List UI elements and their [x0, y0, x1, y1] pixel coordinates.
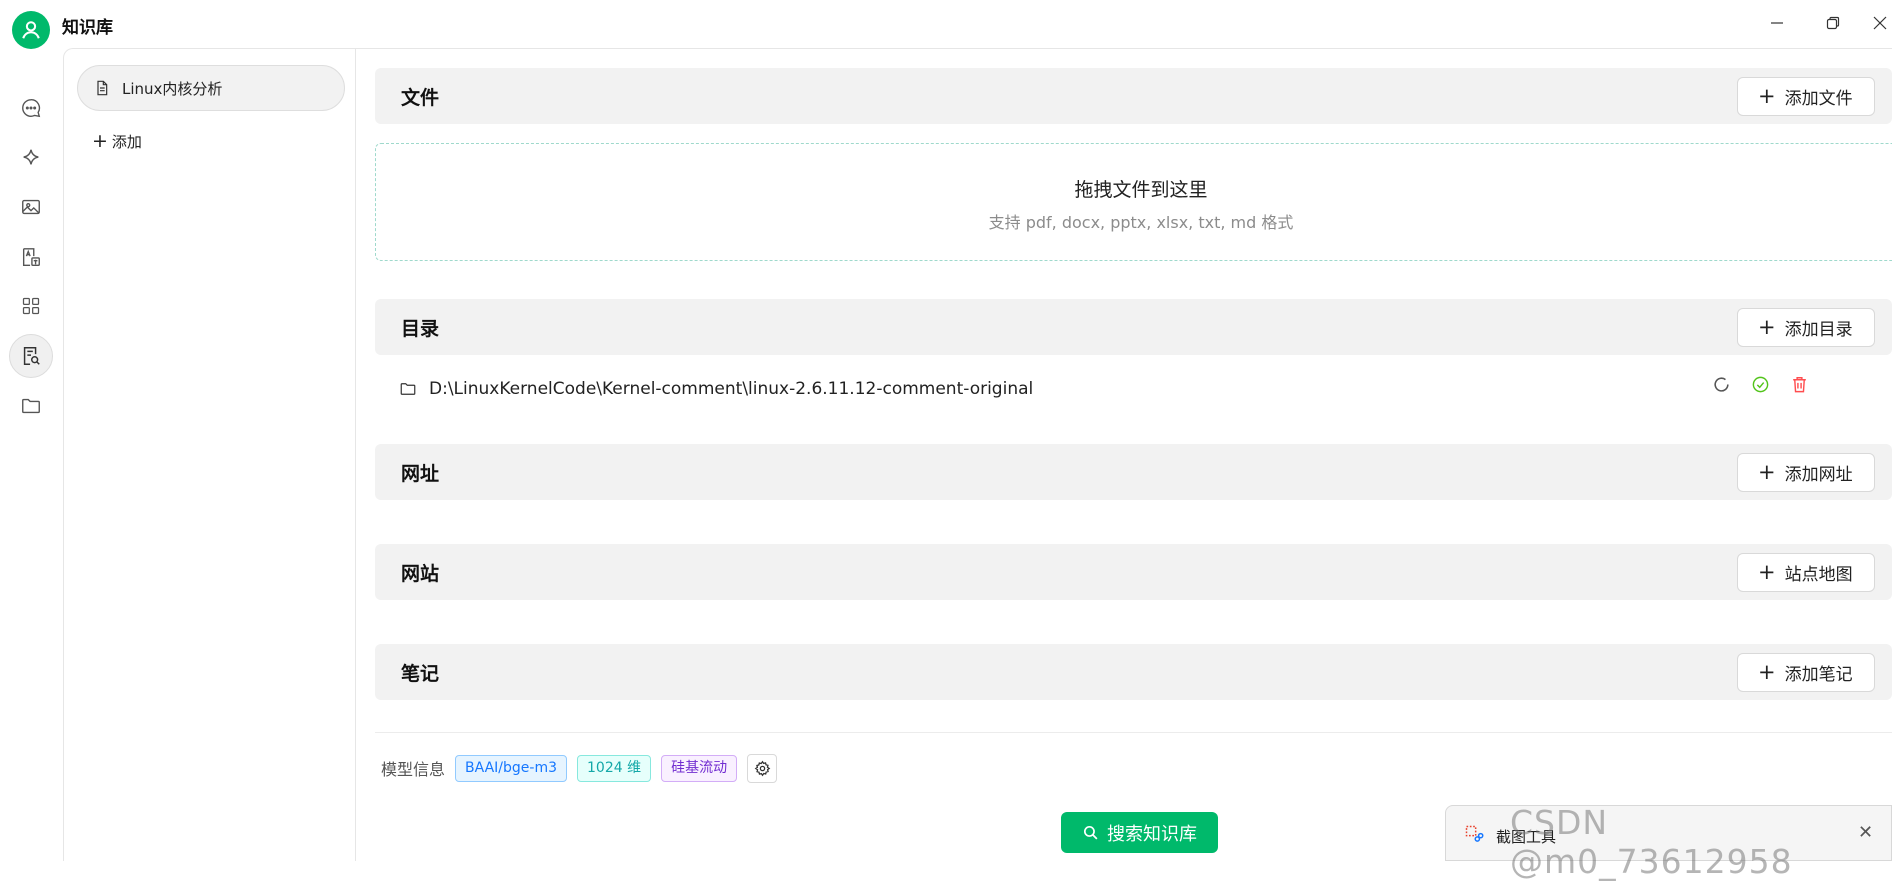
file-dropzone[interactable]: 拖拽文件到这里 支持 pdf, docx, pptx, xlsx, txt, m…: [375, 143, 1892, 261]
kb-item-linux[interactable]: Linux内核分析: [77, 65, 345, 111]
rail-item-files[interactable]: [9, 384, 53, 428]
watermark: CSDN @m0_73612958: [1510, 803, 1793, 881]
directory-path: D:\LinuxKernelCode\Kernel-comment\linux-…: [429, 379, 1034, 399]
status-success: [1751, 375, 1770, 398]
document-icon: [97, 80, 108, 96]
restore-button[interactable]: [1820, 10, 1846, 36]
refresh-button[interactable]: [1712, 375, 1731, 398]
notes-section-title: 笔记: [401, 663, 440, 685]
add-url-button[interactable]: + 添加网址: [1737, 453, 1875, 492]
search-knowledge-base-button[interactable]: 搜索知识库: [1061, 812, 1218, 853]
delete-button[interactable]: [1790, 375, 1809, 398]
plus-icon: +: [92, 130, 108, 152]
directory-section-header: 目录 + 添加目录: [375, 299, 1892, 355]
add-url-label: 添加网址: [1784, 465, 1853, 485]
search-button-label: 搜索知识库: [1107, 823, 1197, 845]
divider: [375, 732, 1892, 733]
image-icon: [22, 199, 40, 215]
sparkle-icon: [23, 149, 39, 165]
translate-icon: [22, 248, 40, 266]
add-directory-label: 添加目录: [1784, 320, 1853, 340]
model-settings-button[interactable]: [747, 753, 778, 783]
rail-item-chat[interactable]: [9, 86, 53, 130]
navigation-rail: [0, 48, 63, 861]
directory-section-title: 目录: [401, 318, 440, 340]
dropzone-subtitle: 支持 pdf, docx, pptx, xlsx, txt, md 格式: [988, 213, 1294, 232]
user-icon: [22, 21, 40, 39]
rail-item-knowledge[interactable]: [9, 334, 53, 378]
files-section-title: 文件: [401, 87, 440, 109]
directory-actions: [1712, 375, 1809, 398]
user-avatar[interactable]: [12, 11, 50, 49]
minimize-icon: [1771, 22, 1783, 24]
add-note-button[interactable]: + 添加笔记: [1737, 653, 1875, 692]
websites-section-header: 网站 + 站点地图: [375, 544, 1892, 600]
search-icon: [1083, 825, 1098, 840]
apps-grid-icon: [22, 297, 40, 315]
refresh-icon: [1714, 377, 1729, 392]
plus-icon: +: [1758, 560, 1776, 584]
sitemap-button[interactable]: + 站点地图: [1737, 553, 1875, 592]
plus-icon: +: [1758, 660, 1776, 684]
directory-item: D:\LinuxKernelCode\Kernel-comment\linux-…: [399, 375, 1892, 403]
rail-item-translate[interactable]: [9, 235, 53, 279]
websites-section-title: 网站: [401, 563, 440, 585]
close-icon: [1873, 16, 1887, 30]
rail-item-agents[interactable]: [9, 136, 53, 180]
urls-section-title: 网址: [401, 463, 440, 485]
plus-icon: +: [1758, 315, 1776, 339]
rail-item-apps[interactable]: [9, 284, 53, 328]
chat-bubble-icon: [22, 99, 41, 118]
folder-icon: [22, 398, 40, 414]
model-info-label: 模型信息: [381, 760, 446, 779]
knowledge-search-icon: [23, 347, 40, 365]
files-section-header: 文件 + 添加文件: [375, 68, 1892, 124]
urls-section-header: 网址 + 添加网址: [375, 444, 1892, 500]
folder-icon: [400, 383, 416, 395]
rail-item-images[interactable]: [9, 185, 53, 229]
knowledge-base-detail: 文件 + 添加文件 拖拽文件到这里 支持 pdf, docx, pptx, xl…: [356, 48, 1892, 861]
minimize-button[interactable]: [1764, 10, 1790, 36]
dimension-tag: 1024 维: [577, 754, 652, 782]
notes-section-header: 笔记 + 添加笔记: [375, 644, 1892, 700]
add-label: 添加: [111, 133, 142, 151]
restore-icon: [1826, 16, 1840, 30]
trash-icon: [1793, 377, 1806, 393]
provider-tag: 硅基流动: [661, 754, 738, 782]
add-note-label: 添加笔记: [1784, 665, 1853, 685]
sitemap-label: 站点地图: [1784, 565, 1853, 585]
gear-icon: [754, 760, 770, 776]
app-title: 知识库: [62, 18, 113, 38]
title-bar: 知识库: [0, 0, 1892, 49]
model-name-tag: BAAI/bge-m3: [455, 754, 567, 782]
add-directory-button[interactable]: + 添加目录: [1737, 308, 1875, 347]
add-file-button[interactable]: + 添加文件: [1737, 77, 1875, 116]
check-circle-icon: [1752, 376, 1769, 393]
model-info: 模型信息 BAAI/bge-m3 1024 维 硅基流动: [381, 752, 778, 784]
add-file-label: 添加文件: [1784, 89, 1853, 109]
close-button[interactable]: [1873, 10, 1892, 36]
plus-icon: +: [1758, 84, 1776, 108]
knowledge-base-list: Linux内核分析 + 添加: [63, 48, 356, 861]
kb-item-label: Linux内核分析: [122, 79, 223, 98]
snipping-tool-icon: [1465, 825, 1484, 842]
dropzone-title: 拖拽文件到这里: [1074, 179, 1208, 201]
add-knowledge-base-button[interactable]: + 添加: [92, 131, 142, 152]
plus-icon: +: [1758, 460, 1776, 484]
